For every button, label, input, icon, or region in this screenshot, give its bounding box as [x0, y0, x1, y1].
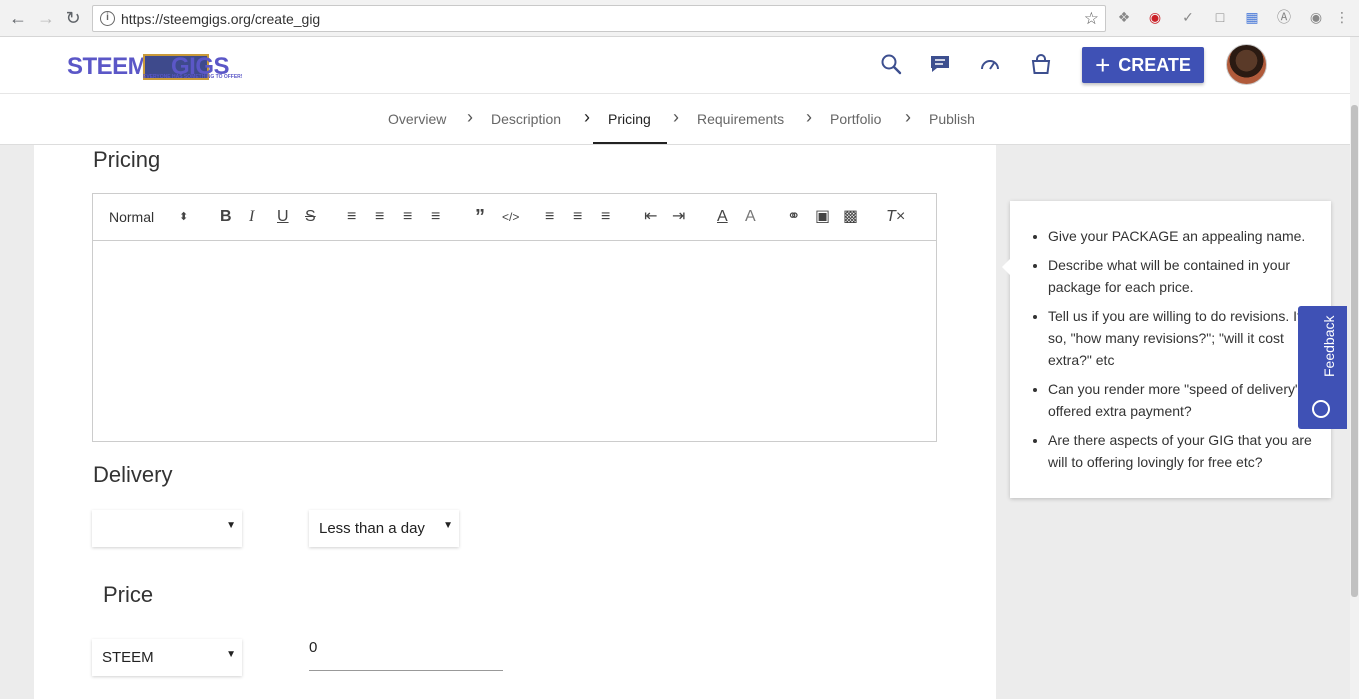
- active-tab-indicator: [593, 142, 667, 144]
- delivery-title: Delivery: [93, 462, 173, 487]
- url-text: https://steemgigs.org/create_gig: [121, 11, 321, 27]
- blockquote-icon[interactable]: ”: [475, 207, 485, 227]
- editor-content-area[interactable]: [93, 242, 936, 441]
- reload-icon[interactable]: ↻: [63, 8, 83, 28]
- price-title: Price: [103, 582, 154, 607]
- clear-format-icon[interactable]: T×: [886, 207, 905, 227]
- chevron-right-icon: ›: [584, 107, 590, 127]
- align-left-icon[interactable]: ≡: [347, 207, 356, 227]
- info-icon[interactable]: i: [100, 11, 115, 26]
- tab-portfolio[interactable]: Portfolio: [830, 111, 881, 127]
- chevron-right-icon: ›: [806, 107, 812, 127]
- pricing-title: Pricing: [93, 147, 161, 172]
- code-icon[interactable]: </>: [502, 207, 519, 227]
- delivery-unit-select[interactable]: Less than a day ▼: [309, 510, 459, 547]
- dashboard-icon[interactable]: [979, 53, 1003, 77]
- back-icon[interactable]: ←: [8, 8, 28, 28]
- pdf-extension-icon[interactable]: □: [1212, 9, 1228, 25]
- bold-icon[interactable]: B: [220, 207, 232, 227]
- feedback-label: Feedback: [1321, 315, 1337, 377]
- ordered-list-icon[interactable]: ≡: [545, 207, 554, 227]
- list-item: Tell us if you are willing to do revisio…: [1048, 305, 1318, 371]
- price-amount-input[interactable]: [309, 637, 503, 656]
- tip-card-notch: [1002, 259, 1010, 275]
- page-scrollbar[interactable]: [1350, 37, 1359, 699]
- check-extension-icon[interactable]: ✓: [1180, 9, 1196, 25]
- text-color-icon[interactable]: A: [717, 207, 728, 227]
- tab-requirements[interactable]: Requirements: [697, 111, 784, 127]
- tab-overview[interactable]: Overview: [388, 111, 446, 127]
- price-amount-field[interactable]: [309, 637, 503, 671]
- pricing-tips-card: Give your PACKAGE an appealing name. Des…: [1002, 201, 1331, 498]
- dropdown-arrow-icon: ▼: [443, 520, 453, 531]
- chevron-right-icon: ›: [467, 107, 473, 127]
- step-tabs: Overview › Description › Pricing › Requi…: [0, 94, 1359, 145]
- tab-publish[interactable]: Publish: [929, 111, 975, 127]
- indent-icon[interactable]: ⇥: [672, 207, 685, 227]
- background-color-icon[interactable]: A: [745, 207, 756, 227]
- currency-value: STEEM: [102, 649, 154, 666]
- bookmark-star-icon[interactable]: ☆: [1084, 9, 1099, 29]
- dropbox-icon[interactable]: ❖: [1116, 9, 1132, 25]
- bullet-list-icon[interactable]: ≡: [573, 207, 582, 227]
- video-icon[interactable]: ▩: [843, 207, 858, 227]
- delivery-unit-value: Less than a day: [319, 520, 425, 537]
- gig-form-card: Pricing Normal ⬍ B I U S ≡ ≡ ≡ ≡ ” </> ≡…: [34, 145, 996, 699]
- avatar[interactable]: [1226, 44, 1267, 85]
- rich-text-editor: Normal ⬍ B I U S ≡ ≡ ≡ ≡ ” </> ≡ ≡ ≡ ⇤ ⇥…: [92, 193, 937, 442]
- chat-icon[interactable]: [929, 53, 953, 77]
- dropdown-arrow-icon: ▼: [226, 649, 236, 660]
- forward-icon[interactable]: →: [36, 8, 56, 28]
- chevron-right-icon: ›: [673, 107, 679, 127]
- calendar-extension-icon[interactable]: ▦: [1244, 9, 1260, 25]
- list-item: Describe what will be contained in your …: [1048, 254, 1318, 298]
- currency-select[interactable]: STEEM ▼: [92, 639, 242, 676]
- image-icon[interactable]: ▣: [815, 207, 830, 227]
- list-item: Give your PACKAGE an appealing name.: [1048, 225, 1318, 247]
- browser-toolbar: ← → ↻ i https://steemgigs.org/create_gig…: [0, 0, 1359, 37]
- align-center-icon[interactable]: ≡: [375, 207, 384, 227]
- italic-icon[interactable]: I: [249, 207, 254, 227]
- site-header: STEEM GIGS EVERYONE HAS SOMETHING TO OFF…: [0, 37, 1359, 94]
- link-icon[interactable]: ⚭: [787, 207, 800, 227]
- address-bar[interactable]: i https://steemgigs.org/create_gig ☆: [92, 5, 1106, 32]
- wordpress-icon[interactable]: Ⓐ: [1276, 9, 1292, 25]
- plus-icon: +: [1095, 50, 1111, 80]
- underline-icon[interactable]: U: [277, 207, 289, 227]
- search-icon[interactable]: [880, 53, 904, 77]
- editor-toolbar: Normal ⬍ B I U S ≡ ≡ ≡ ≡ ” </> ≡ ≡ ≡ ⇤ ⇥…: [93, 194, 936, 241]
- strikethrough-icon[interactable]: S: [305, 207, 316, 227]
- align-justify-icon[interactable]: ≡: [431, 207, 440, 227]
- create-button[interactable]: + CREATE: [1082, 47, 1204, 83]
- pinterest-icon[interactable]: ◉: [1147, 9, 1163, 25]
- camera-extension-icon[interactable]: ◉: [1308, 9, 1324, 25]
- create-label: CREATE: [1118, 54, 1191, 75]
- scrollbar-thumb[interactable]: [1351, 105, 1358, 597]
- format-select[interactable]: Normal: [109, 207, 169, 227]
- tips-list: Give your PACKAGE an appealing name. Des…: [1048, 225, 1318, 480]
- logo-steem-text: STEEM: [67, 53, 148, 80]
- shopping-bag-icon[interactable]: [1030, 53, 1054, 77]
- feedback-button[interactable]: Feedback: [1298, 306, 1347, 429]
- logo-tagline: EVERYONE HAS SOMETHING TO OFFER!: [143, 74, 243, 80]
- checklist-icon[interactable]: ≡: [601, 207, 610, 227]
- delivery-amount-select[interactable]: ▼: [92, 510, 242, 547]
- smiley-icon: [1312, 400, 1330, 418]
- tab-pricing[interactable]: Pricing: [608, 111, 651, 127]
- chevron-right-icon: ›: [905, 107, 911, 127]
- menu-icon[interactable]: ⋮: [1334, 9, 1350, 25]
- outdent-icon[interactable]: ⇤: [644, 207, 657, 227]
- align-right-icon[interactable]: ≡: [403, 207, 412, 227]
- dropdown-arrow-icon: ▼: [226, 520, 236, 531]
- format-select-arrows-icon[interactable]: ⬍: [179, 207, 188, 227]
- list-item: Are there aspects of your GIG that you a…: [1048, 429, 1318, 473]
- list-item: Can you render more "speed of delivery" …: [1048, 378, 1318, 422]
- tab-description[interactable]: Description: [491, 111, 561, 127]
